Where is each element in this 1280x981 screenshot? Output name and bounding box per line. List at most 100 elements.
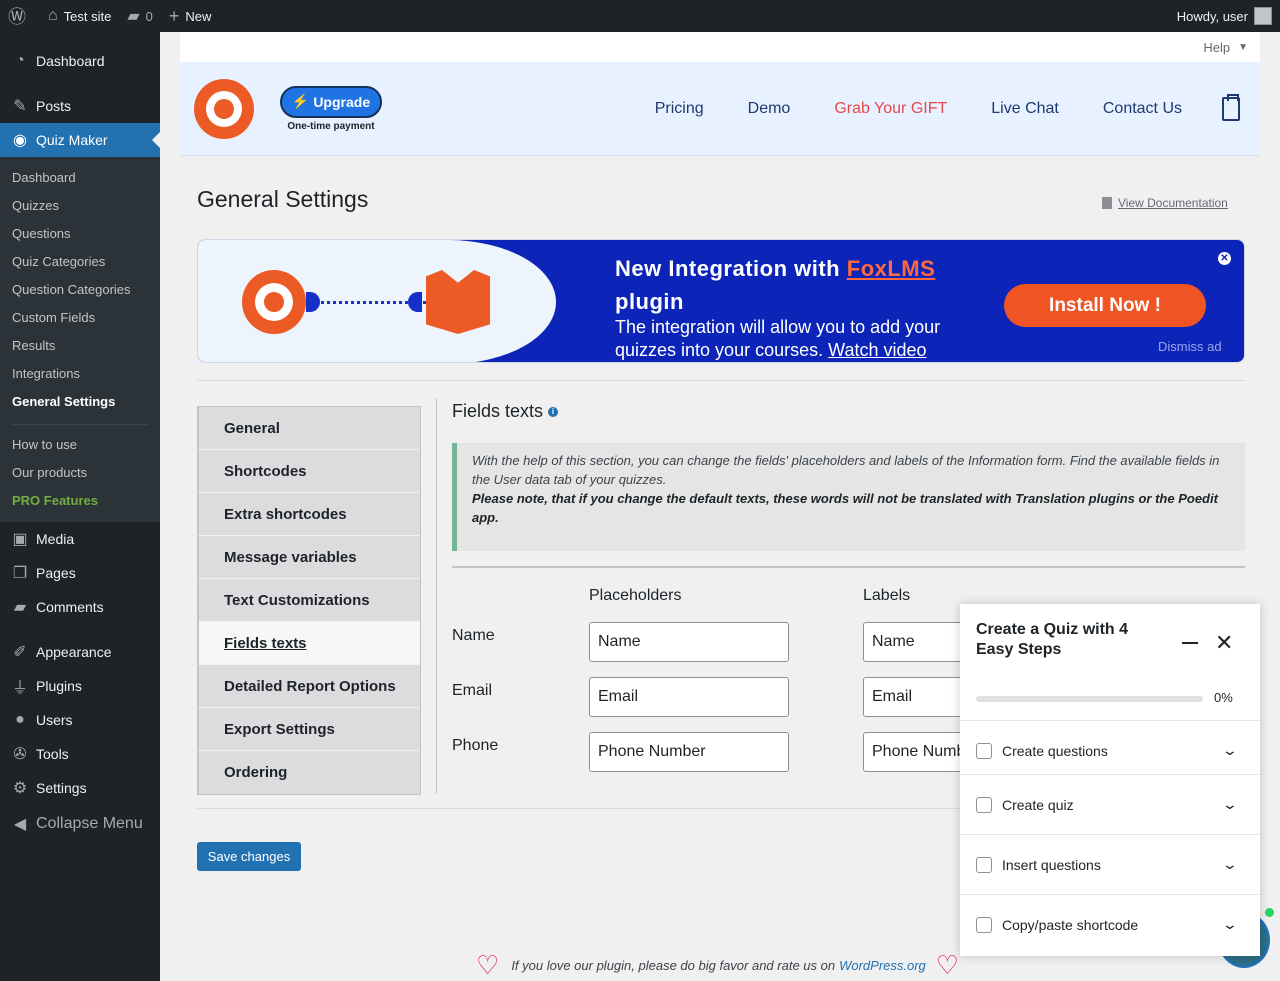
tab-text-customizations[interactable]: Text Customizations	[198, 579, 420, 622]
submenu-quizzes[interactable]: Quizzes	[0, 192, 160, 220]
tab-ordering[interactable]: Ordering	[198, 751, 420, 794]
email-placeholder-input[interactable]	[589, 677, 789, 717]
foxlms-link[interactable]: FoxLMS	[847, 256, 936, 281]
nav-pricing[interactable]: Pricing	[655, 100, 704, 118]
menu-label: Collapse Menu	[36, 815, 143, 832]
minimize-icon[interactable]	[1182, 642, 1198, 644]
plus-icon: +	[168, 5, 180, 26]
menu-tools[interactable]: ✇ Tools	[0, 737, 160, 771]
upgrade-button[interactable]: ⚡ Upgrade	[280, 85, 382, 118]
menu-media[interactable]: ▣ Media	[0, 522, 160, 556]
submenu-our-products[interactable]: Our products	[0, 459, 160, 487]
nav-contact-us[interactable]: Contact Us	[1103, 100, 1182, 118]
close-icon[interactable]: ✕	[1218, 252, 1231, 265]
info-icon[interactable]: i	[548, 406, 559, 417]
foxlms-banner: New Integration with FoxLMS plugin The i…	[197, 239, 1245, 363]
submenu-quiz-categories[interactable]: Quiz Categories	[0, 248, 160, 276]
tab-extra-shortcodes[interactable]: Extra shortcodes	[198, 493, 420, 536]
step-checkbox[interactable]	[976, 856, 992, 873]
menu-collapse[interactable]: ◀ Collapse Menu	[0, 807, 160, 841]
divider	[452, 566, 1245, 568]
home-icon: ⌂	[48, 7, 58, 24]
menu-label: Tools	[36, 746, 69, 762]
tab-detailed-report-options[interactable]: Detailed Report Options	[198, 665, 420, 708]
settings-icon: ⚙	[12, 780, 28, 797]
tab-message-variables[interactable]: Message variables	[198, 536, 420, 579]
step-label: Create quiz	[1002, 796, 1074, 813]
tab-fields-texts[interactable]: Fields texts	[198, 622, 420, 665]
menu-posts[interactable]: ✎ Posts	[0, 89, 160, 123]
document-icon	[1102, 197, 1112, 209]
banner-description: The integration will allow you to add yo…	[615, 316, 975, 362]
new-content-link[interactable]: + New	[161, 0, 220, 32]
comments-icon: ▰	[13, 599, 27, 616]
chevron-down-icon[interactable]: ⌄	[1222, 856, 1238, 873]
submenu-questions[interactable]: Questions	[0, 220, 160, 248]
menu-settings[interactable]: ⚙ Settings	[0, 771, 160, 805]
menu-plugins[interactable]: ⏚ Plugins	[0, 669, 160, 703]
step-checkbox[interactable]	[976, 916, 992, 933]
phone-placeholder-input[interactable]	[589, 732, 789, 772]
step-item[interactable]: Create questions ⌄	[960, 720, 1260, 780]
menu-dashboard[interactable]: ◔ Dashboard	[0, 44, 160, 78]
name-placeholder-input[interactable]	[589, 622, 789, 662]
my-account[interactable]: Howdy, user	[1177, 7, 1280, 25]
install-now-button[interactable]: Install Now !	[1004, 284, 1206, 327]
appearance-icon: ✐	[13, 644, 27, 661]
menu-users[interactable]: ● Users	[0, 703, 160, 737]
submenu-dashboard[interactable]: Dashboard	[0, 164, 160, 192]
progress-bar	[976, 696, 1203, 702]
divider	[197, 380, 1245, 381]
comments-link[interactable]: ▰ 0	[119, 0, 161, 32]
submenu-results[interactable]: Results	[0, 332, 160, 360]
quiz-maker-logo[interactable]	[194, 78, 254, 139]
heart-icon: ♡	[935, 950, 960, 980]
submenu-pro-features[interactable]: PRO Features	[0, 487, 160, 515]
chevron-down-icon[interactable]: ⌄	[1222, 796, 1238, 813]
help-tab[interactable]: Help ▼	[180, 32, 1260, 62]
page-title: General Settings	[197, 186, 369, 212]
section-title-text: Fields texts	[452, 401, 544, 421]
banner-left	[198, 240, 556, 362]
pin-icon: ✎	[13, 98, 27, 115]
watch-video-link[interactable]: Watch video	[828, 340, 926, 360]
step-item[interactable]: Copy/paste shortcode ⌄	[960, 894, 1260, 954]
menu-label: Media	[36, 531, 75, 547]
banner-title-prefix: New Integration with	[615, 256, 841, 281]
dismiss-ad-link[interactable]: Dismiss ad	[1158, 339, 1222, 354]
tab-export-settings[interactable]: Export Settings	[198, 708, 420, 751]
view-documentation-link[interactable]: View Documentation	[1102, 196, 1228, 210]
chevron-down-icon[interactable]: ⌄	[1222, 742, 1238, 759]
save-changes-button[interactable]: Save changes	[197, 842, 301, 871]
chevron-down-icon[interactable]: ⌄	[1222, 916, 1238, 933]
tab-shortcodes[interactable]: Shortcodes	[198, 450, 420, 493]
step-item[interactable]: Insert questions ⌄	[960, 834, 1260, 894]
wordpress-logo-icon[interactable]: Ⓦ	[0, 0, 40, 32]
menu-label: Users	[36, 712, 73, 728]
placeholders-heading: Placeholders	[589, 587, 682, 604]
submenu-integrations[interactable]: Integrations	[0, 360, 160, 388]
step-item[interactable]: Create quiz ⌄	[960, 774, 1260, 834]
avatar	[1254, 7, 1272, 25]
menu-quiz-maker[interactable]: ◉ Quiz Maker	[0, 123, 160, 157]
site-name-link[interactable]: ⌂ Test site	[40, 0, 119, 32]
step-checkbox[interactable]	[976, 742, 992, 759]
close-icon[interactable]: ✕	[1215, 632, 1233, 654]
nav-gift[interactable]: Grab Your GIFT	[834, 100, 947, 118]
menu-label: Appearance	[36, 644, 112, 660]
submenu-how-to-use[interactable]: How to use	[0, 431, 160, 459]
wordpress-org-link[interactable]: WordPress.org	[839, 958, 926, 973]
nav-live-chat[interactable]: Live Chat	[991, 100, 1059, 118]
menu-label: Settings	[36, 780, 87, 796]
submenu-question-categories[interactable]: Question Categories	[0, 276, 160, 304]
menu-comments[interactable]: ▰ Comments	[0, 590, 160, 624]
online-status-icon	[1265, 908, 1274, 917]
submenu-custom-fields[interactable]: Custom Fields	[0, 304, 160, 332]
clipboard-icon[interactable]	[1222, 93, 1240, 121]
tab-general[interactable]: General	[198, 407, 420, 450]
step-checkbox[interactable]	[976, 796, 992, 813]
menu-pages[interactable]: ❐ Pages	[0, 556, 160, 590]
nav-demo[interactable]: Demo	[748, 100, 791, 118]
submenu-general-settings[interactable]: General Settings	[0, 388, 160, 416]
menu-appearance[interactable]: ✐ Appearance	[0, 635, 160, 669]
